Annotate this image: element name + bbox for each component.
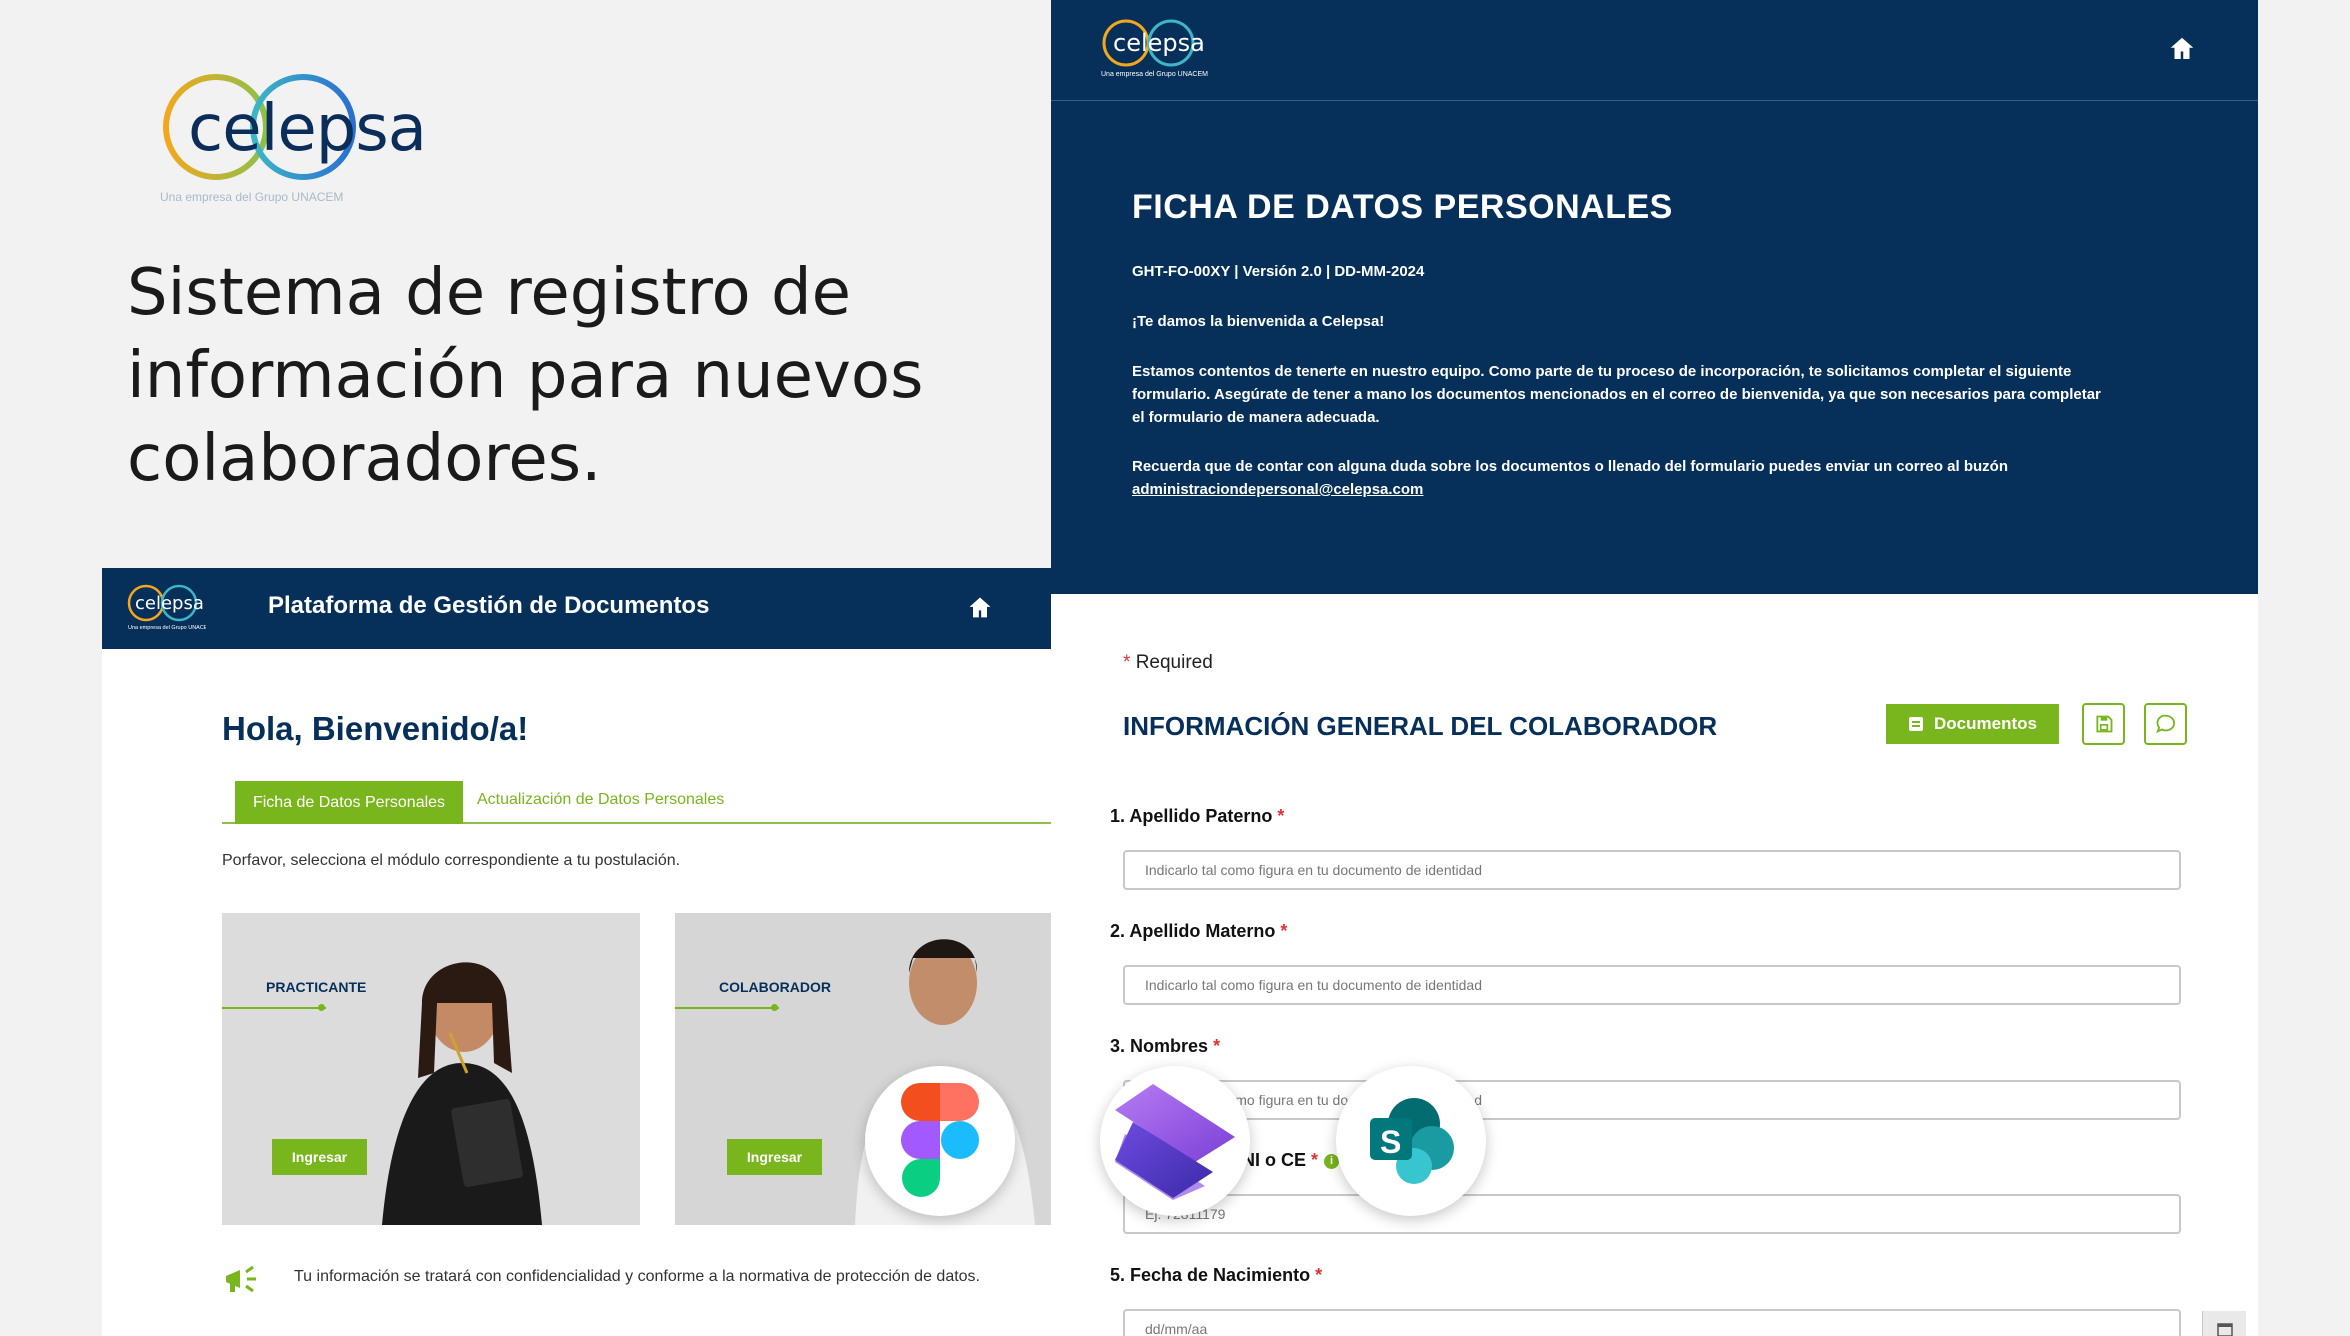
required-label: Required [1135,652,1213,673]
required-note: * Required [1123,652,1213,673]
intro-paragraph: Estamos contentos de tenerte en nuestro … [1132,363,2101,426]
home-icon [969,597,991,618]
calendar-button[interactable] [2202,1311,2246,1336]
figma-badge [865,1066,1015,1216]
document-icon [1909,717,1924,731]
document-portal: celepsa Una empresa del Grupo UNACEM Pla… [102,568,1051,1336]
contact-email-link[interactable]: administraciondepersonal@celepsa.com [1132,478,2132,501]
save-button[interactable] [2082,703,2125,745]
document-code: GHT-FO-00XY | Versión 2.0 | DD-MM-2024 [1132,263,1425,280]
card-divider-dot [318,1004,325,1011]
save-icon [2095,715,2112,733]
home-button[interactable] [2167,34,2197,64]
paternal-surname-input[interactable] [1123,850,2181,890]
card-divider [675,1007,779,1009]
privacy-notice: Tu información se tratará con confidenci… [222,1258,1051,1298]
chat-icon [2155,714,2175,734]
card-title: PRACTICANTE [266,979,367,995]
page: celepsa Una empresa del Grupo UNACEM Sis… [0,0,2350,1336]
hero-title: Sistema de registro de información para … [127,256,924,496]
form-section-title: INFORMACIÓN GENERAL DEL COLABORADOR [1123,711,1718,741]
tab-bar: Ficha de Datos Personales Actualización … [222,781,1051,824]
privacy-text: Tu información se tratará con confidenci… [294,1268,980,1285]
greeting-heading: Hola, Bienvenido/a! [222,710,529,747]
home-button[interactable] [966,594,996,624]
power-pages-badge [1100,1066,1250,1216]
personal-data-form: * Required INFORMACIÓN GENERAL DEL COLAB… [1051,594,2258,1336]
intro-header: celepsa Una empresa del Grupo UNACEM [1051,0,2258,101]
sharepoint-letter: S [1380,1124,1401,1160]
logo-wordmark: celepsa [188,92,427,166]
intro-title: FICHA DE DATOS PERSONALES [1132,188,1673,226]
logo-rings-icon: celepsa Una empresa del Grupo UNACEM [127,584,212,631]
logo-tagline: Una empresa del Grupo UNACEM [160,190,344,204]
question-label: 1. Apellido Paterno * [1110,806,1285,826]
question-text: 3. Nombres [1110,1036,1209,1056]
logo-wordmark: celepsa [135,593,204,614]
chat-button[interactable] [2144,703,2187,745]
question-label: 3. Nombres * [1110,1036,1221,1056]
maternal-surname-input[interactable] [1123,965,2181,1005]
birth-date-field [1123,1309,2246,1336]
celepsa-logo-small: celepsa Una empresa del Grupo UNACEM [1099,18,1209,85]
question-label: 2. Apellido Materno * [1110,921,1288,941]
question-text: 1. Apellido Paterno [1110,806,1273,826]
intern-photo [222,913,640,1225]
module-instruction: Porfavor, selecciona el módulo correspon… [222,852,681,869]
contact-paragraph: Recuerda que de contar con alguna duda s… [1132,455,2132,501]
id-number-input[interactable] [1123,1194,2181,1234]
enter-button-intern[interactable]: Ingresar [272,1139,367,1175]
question-label: 5. Fecha de Nacimiento * [1110,1265,1323,1285]
celepsa-logo-small: celepsa Una empresa del Grupo UNACEM [126,582,212,639]
contact-text: Recuerda que de contar con alguna duda s… [1132,458,2008,475]
portal-title: Plataforma de Gestión de Documentos [268,592,710,619]
megaphone-icon [226,1265,256,1293]
sharepoint-icon: S [1370,1098,1454,1184]
power-pages-icon [1115,1084,1235,1200]
home-icon [2170,37,2194,59]
tab-data-update[interactable]: Actualización de Datos Personales [477,781,724,824]
tab-personal-data[interactable]: Ficha de Datos Personales [235,781,463,824]
calendar-icon [2217,1323,2233,1336]
logo-tagline: Una empresa del Grupo UNACEM [128,625,206,631]
question-text: 5. Fecha de Nacimiento [1110,1265,1311,1285]
names-input[interactable] [1123,1080,2181,1120]
figma-icon [901,1083,979,1197]
question-text: 2. Apellido Materno [1110,921,1276,941]
welcome-text: ¡Te damos la bienvenida a Celepsa! [1132,313,1385,330]
celepsa-logo: celepsa Una empresa del Grupo UNACEM [158,70,427,210]
card-divider-dot [771,1004,778,1011]
sharepoint-badge: S [1336,1066,1486,1216]
documents-button-label: Documentos [1934,714,2037,733]
enter-button-employee[interactable]: Ingresar [727,1139,822,1175]
logo-wordmark: celepsa [1113,29,1205,57]
module-card-intern[interactable]: PRACTICANTE Ingresar [222,913,640,1225]
birth-date-input[interactable] [1123,1309,2181,1336]
logo-rings-icon: celepsa Una empresa del Grupo UNACEM [1101,19,1208,78]
portal-header: celepsa Una empresa del Grupo UNACEM Pla… [102,568,1051,649]
logo-tagline: Una empresa del Grupo UNACEM [1101,71,1208,78]
card-title: COLABORADOR [719,979,831,995]
card-divider [222,1007,326,1009]
intro-panel: celepsa Una empresa del Grupo UNACEM FIC… [1051,0,2258,594]
documents-button[interactable]: Documentos [1886,704,2059,744]
